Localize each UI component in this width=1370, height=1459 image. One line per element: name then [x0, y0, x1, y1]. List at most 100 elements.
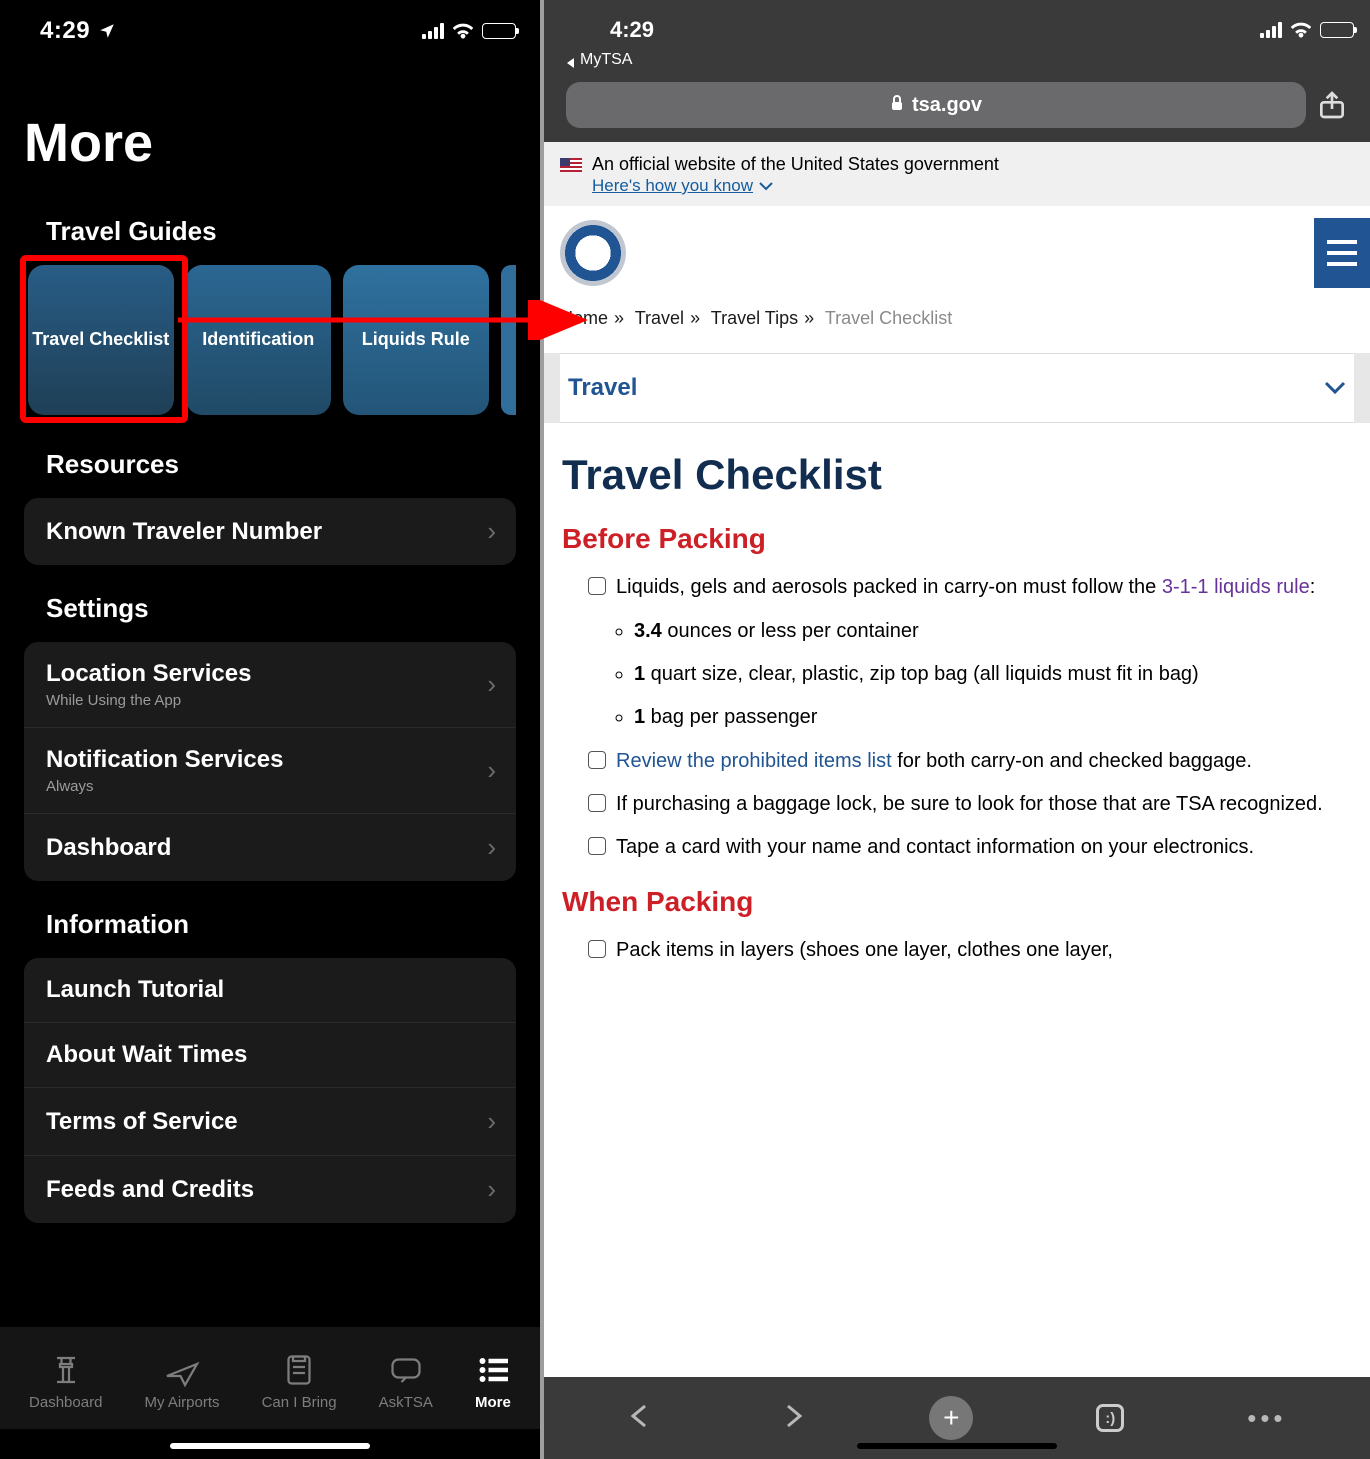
checklist-item: Liquids, gels and aerosols packed in car…	[588, 573, 1352, 602]
page-content[interactable]: More Travel Guides Travel Checklist Iden…	[0, 62, 540, 1327]
location-arrow-icon	[98, 22, 116, 40]
left-phone: 4:29 More Travel Guides Travel Checklis	[0, 0, 540, 1459]
item-text: for both carry-on and checked baggage.	[892, 750, 1252, 772]
status-bar: 4:29	[0, 0, 540, 62]
list-item: 1 bag per passenger	[634, 702, 1352, 733]
heading-before-packing: Before Packing	[562, 523, 1352, 555]
cell-signal-icon	[422, 23, 444, 39]
tab-label: More	[475, 1394, 511, 1411]
gov-banner: An official website of the United States…	[544, 142, 1370, 206]
row-label: Notification Services	[46, 746, 487, 774]
guide-card-label: Liquids Rule	[362, 329, 470, 351]
back-to-app[interactable]: MyTSA	[560, 48, 1354, 72]
list-icon	[475, 1352, 511, 1388]
clipboard-icon	[281, 1352, 317, 1388]
item-text: If purchasing a baggage lock, be sure to…	[616, 790, 1323, 819]
checkbox-icon[interactable]	[588, 794, 606, 812]
row-label: Launch Tutorial	[46, 976, 496, 1004]
list-item: 3.4 ounces or less per container	[634, 616, 1352, 647]
site-header	[544, 206, 1370, 300]
row-about-wait-times[interactable]: About Wait Times	[24, 1023, 516, 1088]
page-content[interactable]: Travel Checklist Before Packing Liquids,…	[544, 423, 1370, 1377]
checkbox-icon[interactable]	[588, 837, 606, 855]
chevron-down-icon	[1324, 374, 1346, 402]
gov-banner-text: An official website of the United States…	[592, 154, 999, 175]
gov-banner-how-link[interactable]: Here's how you know	[592, 176, 773, 196]
information-group: Launch Tutorial About Wait Times Terms o…	[24, 958, 516, 1223]
chevron-down-icon	[759, 181, 773, 191]
row-notification-services[interactable]: Notification Services Always ›	[24, 728, 516, 814]
wifi-icon	[452, 22, 474, 40]
home-indicator[interactable]	[857, 1443, 1057, 1449]
checkbox-icon[interactable]	[588, 940, 606, 958]
page-h1: Travel Checklist	[562, 451, 1352, 499]
row-known-traveler-number[interactable]: Known Traveler Number ›	[24, 498, 516, 565]
crumb-travel[interactable]: Travel	[635, 308, 684, 328]
crumb-travel-tips[interactable]: Travel Tips	[711, 308, 798, 328]
settings-group: Location Services While Using the App › …	[24, 642, 516, 881]
checklist-item: Review the prohibited items list for bot…	[588, 747, 1352, 776]
row-label: Feeds and Credits	[46, 1176, 487, 1204]
tab-can-i-bring[interactable]: Can I Bring	[262, 1352, 337, 1411]
row-feeds-and-credits[interactable]: Feeds and Credits ›	[24, 1156, 516, 1223]
share-icon[interactable]	[1316, 89, 1348, 121]
cell-signal-icon	[1260, 22, 1282, 38]
guide-card-liquids-rule[interactable]: Liquids Rule	[343, 265, 489, 415]
hamburger-menu-button[interactable]	[1314, 218, 1370, 288]
more-button[interactable]: •••	[1247, 1403, 1286, 1434]
guide-card-travel-checklist[interactable]: Travel Checklist	[28, 265, 174, 415]
chevron-right-icon: ›	[487, 669, 496, 700]
row-dashboard[interactable]: Dashboard ›	[24, 814, 516, 881]
checkbox-icon[interactable]	[588, 751, 606, 769]
tab-asktsa[interactable]: AskTSA	[379, 1352, 433, 1411]
section-information: Information	[46, 909, 516, 940]
chevron-right-icon: ›	[487, 1106, 496, 1137]
travel-dropdown[interactable]: Travel	[560, 353, 1354, 423]
tsa-seal-icon[interactable]	[560, 220, 626, 286]
status-time: 4:29	[610, 17, 654, 43]
link-311-liquids-rule[interactable]: 3-1-1 liquids rule	[1162, 576, 1310, 598]
list-item: 1 quart size, clear, plastic, zip top ba…	[634, 659, 1352, 690]
new-tab-button[interactable]: +	[929, 1396, 973, 1440]
address-text: tsa.gov	[912, 94, 982, 117]
row-location-services[interactable]: Location Services While Using the App ›	[24, 642, 516, 728]
guides-carousel[interactable]: Travel Checklist Identification Liquids …	[24, 265, 516, 415]
tab-label: Dashboard	[29, 1394, 102, 1411]
chevron-right-icon: ›	[487, 755, 496, 786]
back-button[interactable]	[627, 1404, 655, 1433]
item-text: Liquids, gels and aerosols packed in car…	[616, 576, 1162, 598]
tabs-button[interactable]: :)	[1096, 1404, 1124, 1432]
chevron-right-icon: ›	[487, 516, 496, 547]
tab-label: AskTSA	[379, 1394, 433, 1411]
guide-card-peek[interactable]	[501, 265, 517, 415]
address-bar[interactable]: tsa.gov	[566, 82, 1306, 128]
breadcrumb: Home» Travel» Travel Tips» Travel Checkl…	[544, 300, 1370, 353]
tab-dashboard[interactable]: Dashboard	[29, 1352, 102, 1411]
item-text: Tape a card with your name and contact i…	[616, 833, 1254, 862]
chat-icon	[388, 1352, 424, 1388]
pedestal-icon	[48, 1352, 84, 1388]
section-settings: Settings	[46, 593, 516, 624]
right-phone: 4:29 MyTSA	[544, 0, 1370, 1459]
crumb-home[interactable]: Home	[560, 308, 608, 328]
row-terms-of-service[interactable]: Terms of Service ›	[24, 1088, 516, 1156]
link-prohibited-items[interactable]: Review the prohibited items list	[616, 750, 892, 772]
status-time: 4:29	[40, 17, 90, 45]
address-row: tsa.gov	[560, 72, 1354, 142]
tab-my-airports[interactable]: My Airports	[144, 1352, 219, 1411]
forward-button[interactable]	[778, 1404, 806, 1433]
guide-card-identification[interactable]: Identification	[186, 265, 332, 415]
resources-group: Known Traveler Number ›	[24, 498, 516, 565]
checklist-item: Pack items in layers (shoes one layer, c…	[588, 936, 1352, 965]
crumb-current: Travel Checklist	[825, 308, 952, 328]
tab-more[interactable]: More	[475, 1352, 511, 1411]
home-indicator[interactable]	[170, 1443, 370, 1449]
row-label: Dashboard	[46, 834, 487, 862]
checkbox-icon[interactable]	[588, 577, 606, 595]
liquids-rules-list: 3.4 ounces or less per container 1 quart…	[562, 616, 1352, 733]
tab-label: Can I Bring	[262, 1394, 337, 1411]
row-launch-tutorial[interactable]: Launch Tutorial	[24, 958, 516, 1023]
chevron-right-icon: ›	[487, 1174, 496, 1205]
chevron-right-icon: ›	[487, 832, 496, 863]
wifi-icon	[1290, 21, 1312, 39]
